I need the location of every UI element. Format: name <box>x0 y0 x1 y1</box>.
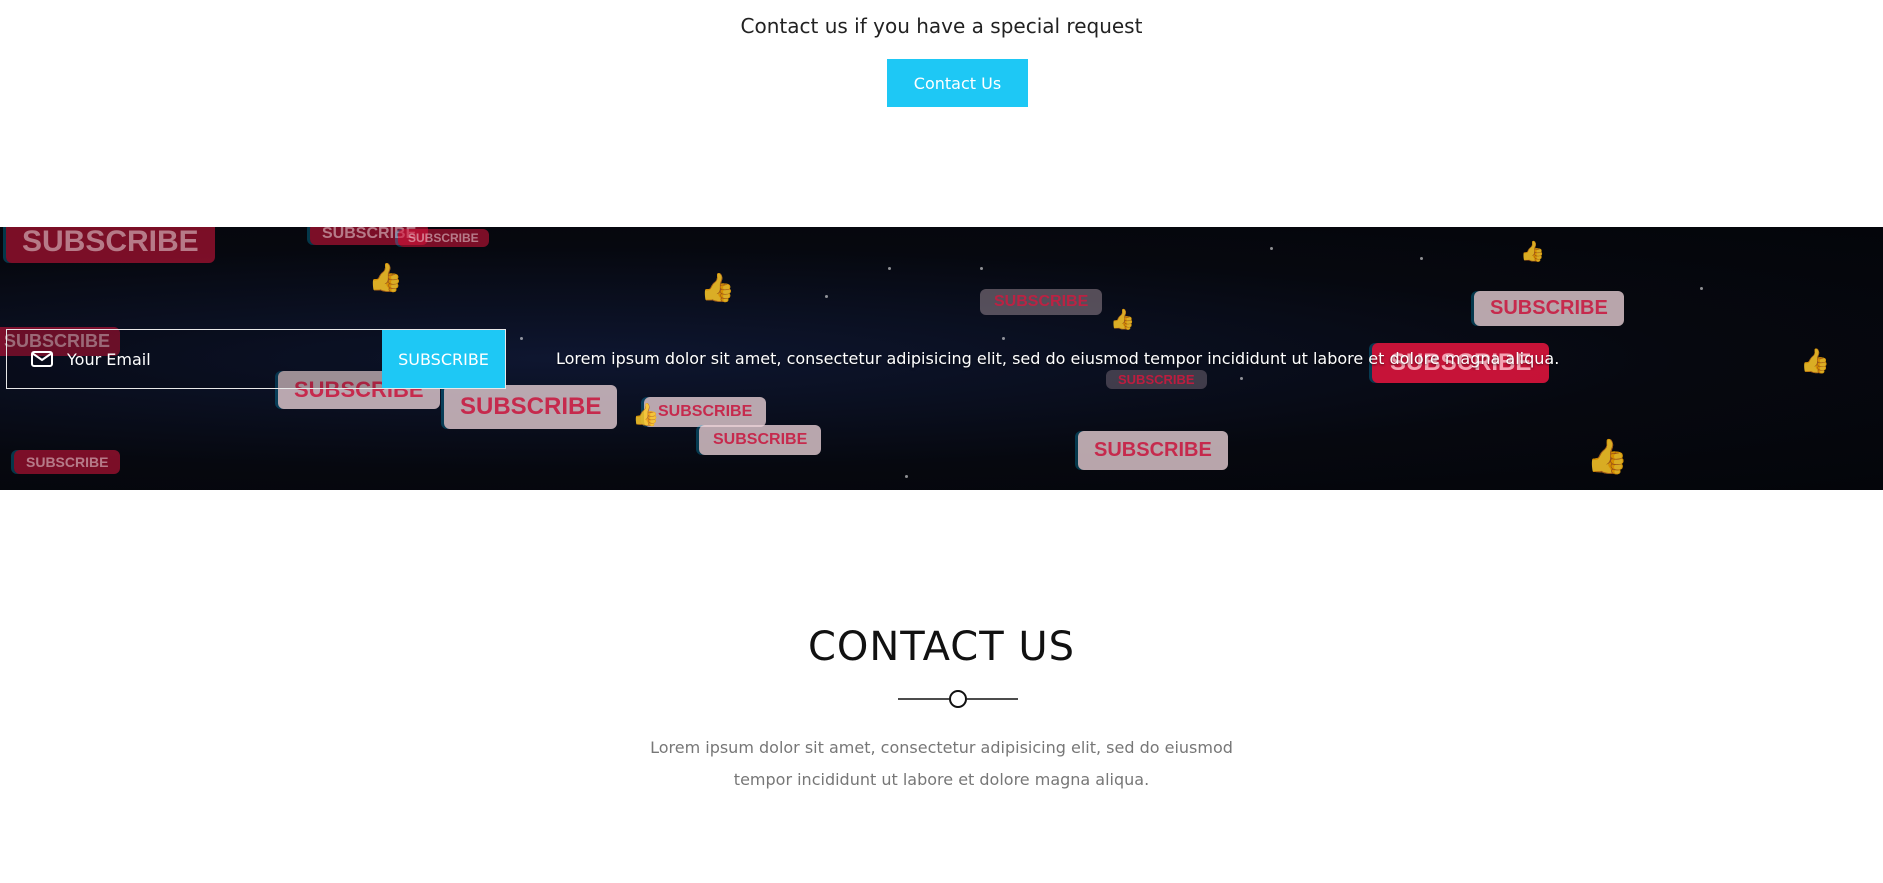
mail-icon <box>31 351 53 367</box>
sparkle-dot <box>1700 287 1703 290</box>
sparkle-dot <box>980 267 983 270</box>
thumbs-up-icon: 👍 <box>1110 307 1135 331</box>
bg-subscribe-badge: SUBSCRIBE <box>444 385 618 429</box>
contact-description: Lorem ipsum dolor sit amet, consectetur … <box>650 738 1233 789</box>
thumbs-up-icon: 👍 <box>1586 437 1629 477</box>
bg-subscribe-badge: SUBSCRIBE <box>14 450 121 474</box>
sparkle-dot <box>1420 257 1423 260</box>
sparkle-dot <box>1270 247 1273 250</box>
subscribe-button[interactable]: SUBSCRIBE <box>382 330 505 388</box>
thumbs-up-icon: 👍 <box>1800 347 1830 375</box>
thumbs-up-icon: 👍 <box>700 271 735 304</box>
contact-us-button[interactable]: Contact Us <box>887 59 1028 107</box>
bg-subscribe-badge: SUBSCRIBE <box>980 289 1103 315</box>
bg-subscribe-badge: SUBSCRIBE <box>398 229 489 247</box>
bg-subscribe-badge: SUBSCRIBE <box>1474 291 1624 326</box>
sparkle-dot <box>888 267 891 270</box>
sparkle-dot <box>825 295 828 298</box>
thumbs-up-icon: 👍 <box>368 261 403 294</box>
subscribe-description: Lorem ipsum dolor sit amet, consectetur … <box>556 349 1560 368</box>
sparkle-dot <box>520 337 523 340</box>
contact-section: CONTACT US Lorem ipsum dolor sit amet, c… <box>0 490 1883 883</box>
bg-subscribe-badge: SUBSCRIBE <box>644 397 767 427</box>
contact-title: CONTACT US <box>807 624 1076 670</box>
subscribe-form: SUBSCRIBE <box>6 329 506 389</box>
special-request-text: Contact us if you have a special request <box>740 14 1143 38</box>
circle-divider-icon <box>898 690 1018 708</box>
bg-subscribe-badge: SUBSCRIBE <box>6 227 215 263</box>
bg-subscribe-badge: SUBSCRIBE <box>1078 431 1228 470</box>
thumbs-up-icon: 👍 <box>632 403 660 428</box>
email-field-wrapper <box>7 330 382 388</box>
sparkle-dot <box>1240 377 1243 380</box>
bg-subscribe-badge: SUBSCRIBE <box>699 425 822 455</box>
sparkle-dot <box>1002 337 1005 340</box>
email-input[interactable] <box>67 349 382 369</box>
thumbs-up-icon: 👍 <box>1520 239 1545 263</box>
special-request-section: Contact us if you have a special request… <box>0 0 1883 227</box>
sparkle-dot <box>905 475 908 478</box>
bg-subscribe-badge: SUBSCRIBE <box>1106 370 1207 389</box>
